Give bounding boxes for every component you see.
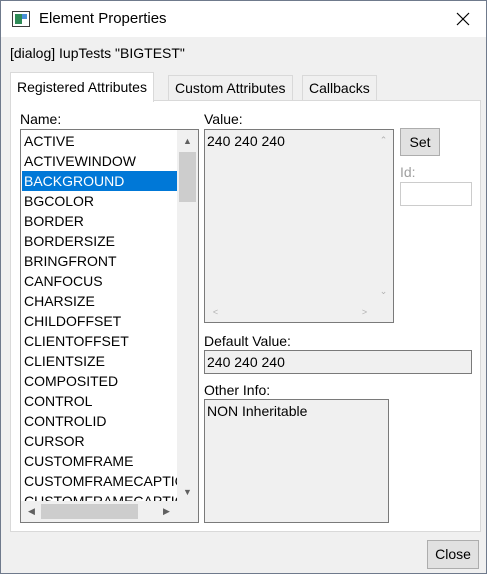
list-item[interactable]: BRINGFRONT (22, 251, 177, 271)
other-info-text: NON Inheritable (207, 403, 308, 419)
scroll-down-icon[interactable]: ▼ (179, 483, 196, 500)
default-value-label: Default Value: (204, 333, 291, 349)
value-label: Value: (204, 111, 243, 127)
list-item[interactable]: COMPOSITED (22, 371, 177, 391)
window-title: Element Properties (39, 10, 167, 27)
list-item[interactable]: CURSOR (22, 431, 177, 451)
scroll-corner (177, 501, 198, 522)
dialog-app-icon (12, 11, 30, 27)
other-info-label: Other Info: (204, 382, 271, 398)
value-horizontal-scrollbar[interactable]: < > (205, 302, 375, 322)
element-label: [dialog] IupTests "BIGTEST" (10, 45, 185, 61)
list-item[interactable]: BACKGROUND (22, 171, 177, 191)
list-item[interactable]: CONTROL (22, 391, 177, 411)
value-textarea[interactable]: 240 240 240 ⌃ ⌄ < > (204, 129, 394, 323)
tab-custom-attributes[interactable]: Custom Attributes (168, 75, 293, 101)
list-item[interactable]: CUSTOMFRAME (22, 451, 177, 471)
tab-callbacks[interactable]: Callbacks (302, 75, 377, 101)
list-item[interactable]: CLIENTSIZE (22, 351, 177, 371)
registered-attributes-panel: Name: ACTIVE ACTIVEWINDOW BACKGROUND BGCOLO… (10, 100, 481, 532)
value-scroll-left-icon[interactable]: < (207, 303, 224, 320)
hscroll-thumb[interactable] (41, 504, 138, 519)
list-item[interactable]: BGCOLOR (22, 191, 177, 211)
attribute-list[interactable]: ACTIVE ACTIVEWINDOW BACKGROUND BGCOLOR BORDE… (20, 129, 199, 523)
list-item[interactable]: CLIENTOFFSET (22, 331, 177, 351)
other-info-textarea[interactable]: NON Inheritable (204, 399, 389, 523)
list-item[interactable]: ACTIVE (22, 131, 177, 151)
set-button[interactable]: Set (400, 128, 440, 156)
name-label: Name: (20, 111, 62, 127)
list-item[interactable]: BORDER (22, 211, 177, 231)
value-text: 240 240 240 (207, 133, 285, 149)
id-input[interactable] (400, 182, 472, 206)
tab-registered-attributes[interactable]: Registered Attributes (10, 72, 154, 102)
scroll-thumb[interactable] (179, 152, 196, 202)
list-item[interactable]: CHILDOFFSET (22, 311, 177, 331)
list-item[interactable]: BORDERSIZE (22, 231, 177, 251)
id-label: Id: (400, 164, 416, 180)
element-properties-window: Element Properties [dialog] IupTests "BI… (0, 0, 487, 574)
value-scroll-down-icon[interactable]: ⌄ (375, 283, 392, 300)
value-scroll-up-icon[interactable]: ⌃ (375, 132, 392, 149)
default-value-field[interactable]: 240 240 240 (204, 350, 472, 374)
scroll-right-icon[interactable]: ▶ (158, 503, 175, 520)
list-item[interactable]: CUSTOMFRAMECAPTIC (22, 471, 177, 491)
close-icon[interactable] (440, 1, 486, 37)
list-vertical-scrollbar[interactable]: ▲ ▼ (177, 130, 198, 502)
list-item[interactable]: CONTROLID (22, 411, 177, 431)
scroll-up-icon[interactable]: ▲ (179, 132, 196, 149)
list-horizontal-scrollbar[interactable]: ◀ ▶ (21, 501, 177, 522)
value-scroll-right-icon[interactable]: > (356, 303, 373, 320)
list-item[interactable]: CANFOCUS (22, 271, 177, 291)
close-button[interactable]: Close (427, 540, 479, 569)
value-vertical-scrollbar[interactable]: ⌃ ⌄ (374, 130, 393, 302)
list-item[interactable]: ACTIVEWINDOW (22, 151, 177, 171)
list-item[interactable]: CHARSIZE (22, 291, 177, 311)
scroll-left-icon[interactable]: ◀ (23, 503, 40, 520)
title-bar[interactable]: Element Properties (1, 1, 486, 37)
